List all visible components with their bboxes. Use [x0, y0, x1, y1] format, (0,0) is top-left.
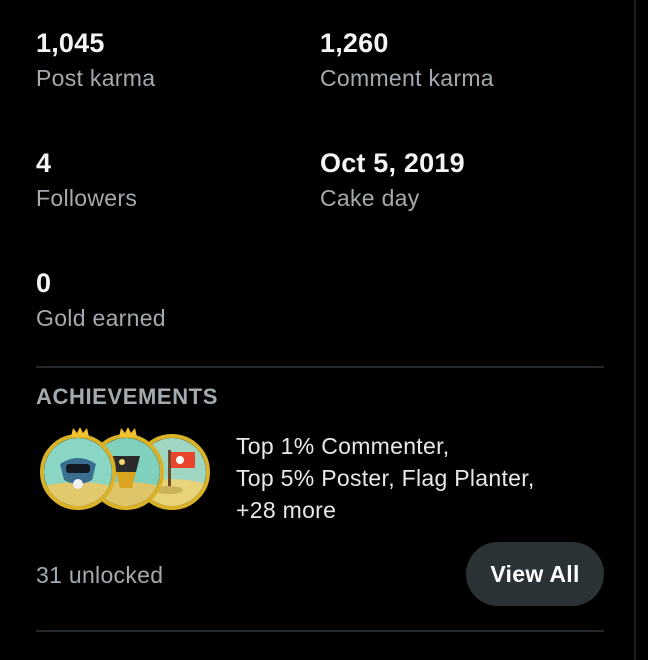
view-all-button[interactable]: View All — [466, 542, 604, 606]
gold-earned-value: 0 — [36, 268, 52, 298]
followers-stat: 4 Followers — [36, 147, 306, 213]
crown-icon — [71, 427, 89, 437]
unlocked-count: 31 unlocked — [36, 562, 164, 588]
followers-label: Followers — [36, 185, 138, 211]
followers-value: 4 — [36, 148, 52, 178]
achievements-heading: ACHIEVEMENTS — [36, 384, 218, 409]
achievements-summary-line: Top 1% Commenter, — [236, 433, 450, 459]
achievements-summary-line: +28 more — [236, 497, 337, 523]
post-karma-value: 1,045 — [36, 28, 105, 58]
achievements-summary-line: Top 5% Poster, Flag Planter, — [236, 465, 535, 491]
gold-earned-label: Gold earned — [36, 305, 166, 331]
bottom-divider — [36, 630, 604, 632]
panel-edge — [634, 0, 636, 660]
cake-day-label: Cake day — [320, 185, 420, 211]
profile-stats-panel: 1,045 Post karma 1,260 Comment karma 4 F… — [0, 0, 634, 660]
section-divider — [36, 366, 604, 368]
comment-karma-label: Comment karma — [320, 65, 494, 91]
post-karma-label: Post karma — [36, 65, 156, 91]
post-karma-stat: 1,045 Post karma — [36, 27, 306, 93]
comment-karma-stat: 1,260 Comment karma — [320, 27, 590, 93]
achievements-summary: Top 1% Commenter, Top 5% Poster, Flag Pl… — [236, 430, 596, 526]
crown-icon — [119, 427, 137, 437]
cake-day-stat: Oct 5, 2019 Cake day — [320, 147, 590, 213]
gold-earned-stat: 0 Gold earned — [36, 267, 306, 333]
achievement-badges[interactable] — [34, 426, 214, 512]
top-commenter-badge-icon — [40, 434, 116, 510]
comment-karma-value: 1,260 — [320, 28, 389, 58]
cake-day-value: Oct 5, 2019 — [320, 148, 465, 178]
